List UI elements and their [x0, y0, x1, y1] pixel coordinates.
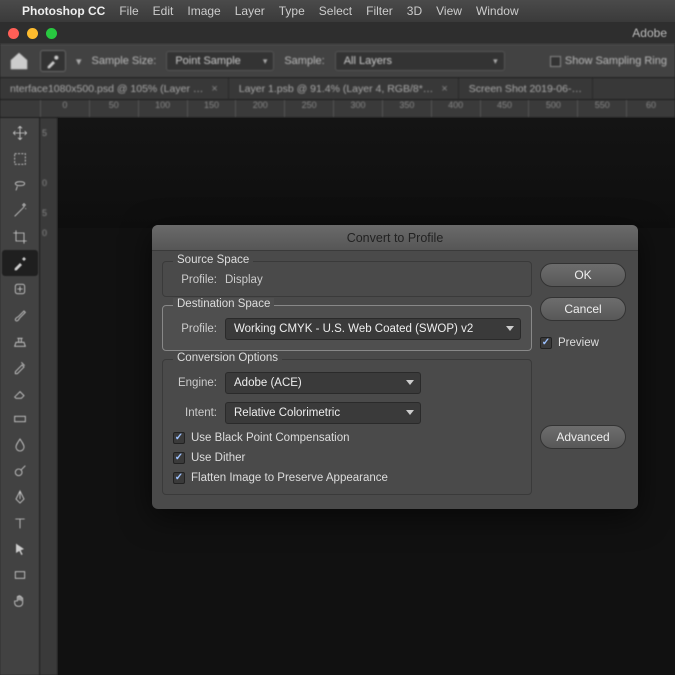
eyedropper-tool-icon[interactable]	[2, 250, 38, 276]
app-brand-label: Adobe	[632, 26, 667, 40]
lasso-tool-icon[interactable]	[2, 172, 38, 198]
document-tab[interactable]: Screen Shot 2019-06-…	[459, 78, 593, 99]
destination-space-legend: Destination Space	[173, 298, 274, 310]
tab-close-icon[interactable]: ×	[441, 83, 447, 95]
brush-tool-icon[interactable]	[2, 302, 38, 328]
checkbox-icon	[540, 337, 552, 349]
type-tool-icon[interactable]	[2, 510, 38, 536]
magic-wand-tool-icon[interactable]	[2, 198, 38, 224]
eraser-tool-icon[interactable]	[2, 380, 38, 406]
show-sampling-ring-checkbox[interactable]: Show Sampling Ring	[550, 55, 667, 67]
tools-panel	[0, 118, 40, 675]
menu-select[interactable]: Select	[319, 4, 352, 18]
sample-size-label: Sample Size:	[92, 55, 157, 67]
checkbox-icon	[173, 472, 185, 484]
menu-3d[interactable]: 3D	[407, 4, 422, 18]
conversion-options-legend: Conversion Options	[173, 352, 282, 364]
move-tool-icon[interactable]	[2, 120, 38, 146]
ok-button[interactable]: OK	[540, 263, 626, 287]
history-brush-tool-icon[interactable]	[2, 354, 38, 380]
intent-dropdown[interactable]: Relative Colorimetric	[225, 402, 421, 424]
cancel-button[interactable]: Cancel	[540, 297, 626, 321]
blur-tool-icon[interactable]	[2, 432, 38, 458]
path-selection-tool-icon[interactable]	[2, 536, 38, 562]
hand-tool-icon[interactable]	[2, 588, 38, 614]
menu-edit[interactable]: Edit	[153, 4, 174, 18]
convert-to-profile-dialog: Convert to Profile Source Space Profile:…	[152, 225, 638, 509]
dialog-title: Convert to Profile	[152, 225, 638, 251]
intent-label: Intent:	[173, 407, 217, 419]
menu-filter[interactable]: Filter	[366, 4, 393, 18]
menu-view[interactable]: View	[436, 4, 462, 18]
menu-window[interactable]: Window	[476, 4, 519, 18]
dodge-tool-icon[interactable]	[2, 458, 38, 484]
ruler-vertical: 5 0 5 0	[40, 118, 58, 675]
conversion-options-group: Conversion Options Engine: Adobe (ACE) I…	[162, 359, 532, 495]
menu-file[interactable]: File	[119, 4, 138, 18]
traffic-light-zoom[interactable]	[46, 28, 57, 39]
pen-tool-icon[interactable]	[2, 484, 38, 510]
destination-profile-label: Profile:	[173, 323, 217, 335]
marquee-tool-icon[interactable]	[2, 146, 38, 172]
preview-checkbox[interactable]: Preview	[540, 337, 626, 349]
home-icon[interactable]	[8, 50, 30, 72]
checkbox-icon	[173, 452, 185, 464]
engine-dropdown[interactable]: Adobe (ACE)	[225, 372, 421, 394]
options-bar: ▾ Sample Size: Point Sample Sample: All …	[0, 44, 675, 78]
eyedropper-tool-swatch[interactable]	[40, 50, 66, 72]
checkbox-icon	[173, 432, 185, 444]
clone-stamp-tool-icon[interactable]	[2, 328, 38, 354]
menu-image[interactable]: Image	[187, 4, 220, 18]
source-space-legend: Source Space	[173, 254, 253, 266]
source-profile-label: Profile:	[173, 274, 217, 286]
sample-dropdown[interactable]: All Layers	[335, 51, 505, 71]
traffic-light-close[interactable]	[8, 28, 19, 39]
document-tab[interactable]: nterface1080x500.psd @ 105% (Layer …×	[0, 78, 229, 99]
crop-tool-icon[interactable]	[2, 224, 38, 250]
engine-label: Engine:	[173, 377, 217, 389]
gradient-tool-icon[interactable]	[2, 406, 38, 432]
sample-label: Sample:	[284, 55, 324, 67]
document-tabs: nterface1080x500.psd @ 105% (Layer …× La…	[0, 78, 675, 100]
mac-menubar: Photoshop CC File Edit Image Layer Type …	[0, 0, 675, 22]
menu-type[interactable]: Type	[279, 4, 305, 18]
menu-app-name[interactable]: Photoshop CC	[22, 4, 105, 18]
traffic-light-minimize[interactable]	[27, 28, 38, 39]
destination-space-group: Destination Space Profile: Working CMYK …	[162, 305, 532, 351]
source-space-group: Source Space Profile: Display	[162, 261, 532, 297]
destination-profile-dropdown[interactable]: Working CMYK - U.S. Web Coated (SWOP) v2	[225, 318, 521, 340]
rectangle-tool-icon[interactable]	[2, 562, 38, 588]
advanced-button[interactable]: Advanced	[540, 425, 626, 449]
source-profile-value: Display	[225, 274, 263, 286]
ruler-horizontal: 05010015020025030035040045050055060	[0, 100, 675, 118]
black-point-checkbox[interactable]: Use Black Point Compensation	[173, 432, 521, 444]
menu-layer[interactable]: Layer	[235, 4, 265, 18]
document-tab[interactable]: Layer 1.psb @ 91.4% (Layer 4, RGB/8*…×	[229, 78, 459, 99]
window-chrome: Adobe	[0, 22, 675, 44]
tab-close-icon[interactable]: ×	[211, 83, 217, 95]
sample-size-dropdown[interactable]: Point Sample	[166, 51, 274, 71]
flatten-image-checkbox[interactable]: Flatten Image to Preserve Appearance	[173, 472, 521, 484]
healing-brush-tool-icon[interactable]	[2, 276, 38, 302]
use-dither-checkbox[interactable]: Use Dither	[173, 452, 521, 464]
